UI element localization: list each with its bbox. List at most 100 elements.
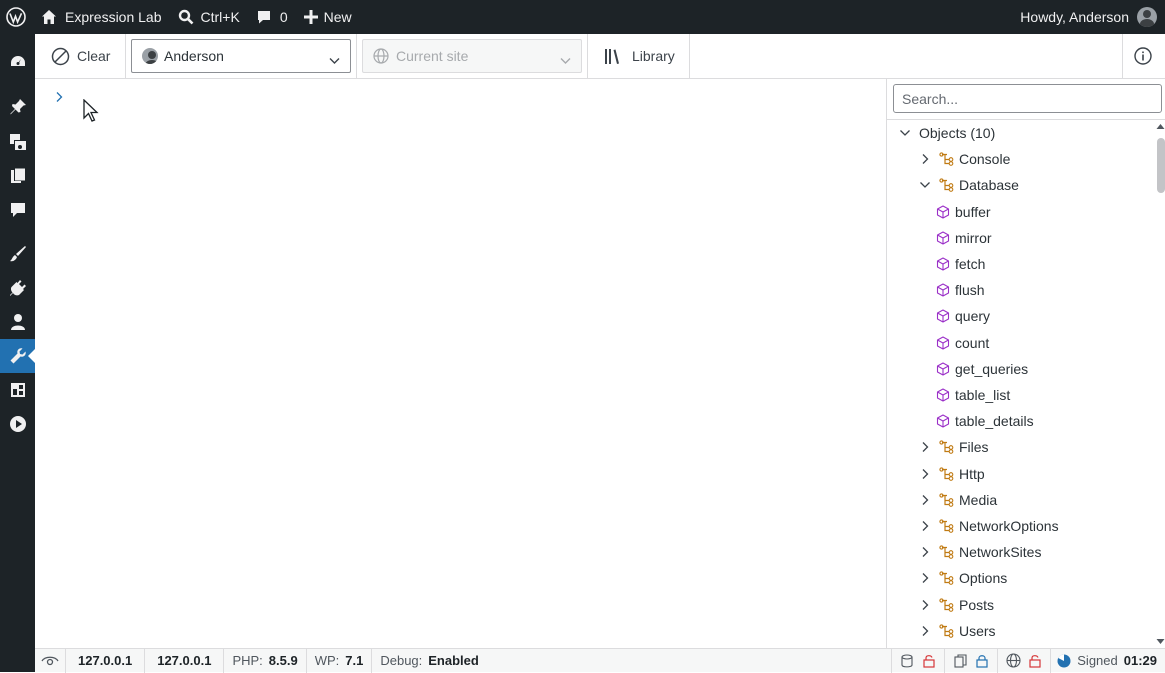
- globe-icon: [373, 48, 389, 64]
- wp-version: WP: 7.1: [307, 648, 373, 673]
- expand-chevron-icon[interactable]: [54, 91, 64, 103]
- chevron-right-icon[interactable]: [917, 518, 933, 534]
- class-icon: [939, 177, 955, 193]
- tree-item-http[interactable]: Http: [917, 461, 985, 487]
- tree-item-query[interactable]: query: [935, 303, 990, 329]
- tree-item-networksites[interactable]: NetworkSites: [917, 539, 1041, 565]
- class-icon: [939, 492, 955, 508]
- site-select[interactable]: Current site: [362, 39, 582, 73]
- search-input[interactable]: [893, 84, 1162, 113]
- scroll-up-arrow-icon[interactable]: [1156, 123, 1165, 130]
- tree-item-label: flush: [955, 282, 985, 299]
- debug-value: Enabled: [428, 653, 479, 668]
- chevron-right-icon[interactable]: [917, 439, 933, 455]
- tree-item-table-details[interactable]: table_details: [935, 408, 1034, 434]
- user-select[interactable]: Anderson: [131, 39, 351, 73]
- wordpress-logo-icon[interactable]: [0, 0, 33, 34]
- clear-label: Clear: [77, 48, 111, 64]
- tree-item-label: Users: [959, 622, 996, 639]
- tree-item-media[interactable]: Media: [917, 487, 997, 513]
- tree-item-mirror[interactable]: mirror: [935, 225, 992, 251]
- method-cube-icon: [935, 387, 951, 403]
- tree-item-label: Http: [959, 465, 985, 482]
- chevron-right-icon[interactable]: [917, 151, 933, 167]
- library-button[interactable]: Library: [604, 34, 675, 78]
- tree-item-console[interactable]: Console: [917, 146, 1010, 172]
- tree-item-buffer[interactable]: buffer: [935, 199, 991, 225]
- php-version: PHP: 8.5.9: [224, 648, 307, 673]
- class-icon: [939, 518, 955, 534]
- unlocked-icon: [1024, 649, 1046, 673]
- comments-icon[interactable]: [0, 193, 35, 227]
- debug-label: Debug:: [380, 653, 423, 668]
- users-icon[interactable]: [0, 305, 35, 339]
- tree-item-label: Console: [959, 151, 1011, 168]
- session-status[interactable]: Signed 01:29: [1051, 649, 1165, 673]
- pages-icon[interactable]: [0, 159, 35, 193]
- plus-icon: [303, 10, 318, 24]
- info-button[interactable]: [1134, 34, 1152, 78]
- tree-item-database[interactable]: Database: [917, 172, 1019, 198]
- signed-label: Signed: [1077, 653, 1118, 668]
- scrollbar[interactable]: [1154, 120, 1165, 648]
- chevron-right-icon[interactable]: [917, 492, 933, 508]
- home-icon: [41, 9, 57, 25]
- tree-item-table-list[interactable]: table_list: [935, 382, 1010, 408]
- tree-item-count[interactable]: count: [935, 330, 989, 356]
- scroll-down-arrow-icon[interactable]: [1156, 638, 1165, 645]
- php-version-value: 8.5.9: [268, 653, 298, 668]
- tree-item-posts[interactable]: Posts: [917, 592, 994, 618]
- command-search-button[interactable]: Ctrl+K: [170, 0, 248, 34]
- class-icon: [939, 544, 955, 560]
- clear-button[interactable]: Clear: [51, 34, 110, 78]
- wp-label: WP:: [314, 653, 340, 668]
- tree-item-files[interactable]: Files: [917, 434, 989, 460]
- site-name-link[interactable]: Expression Lab: [33, 0, 170, 34]
- files-status[interactable]: [945, 648, 999, 673]
- tree-item-networkoptions[interactable]: NetworkOptions: [917, 513, 1059, 539]
- tree-item-options[interactable]: Options: [917, 565, 1007, 591]
- play-circle-icon[interactable]: [0, 407, 35, 441]
- comments-link[interactable]: 0: [248, 0, 296, 34]
- network-status[interactable]: [998, 648, 1052, 673]
- plugins-icon[interactable]: [0, 271, 35, 305]
- chevron-right-icon[interactable]: [917, 570, 933, 586]
- library-label: Library: [632, 48, 675, 64]
- howdy-label: Howdy, Anderson: [1020, 9, 1129, 25]
- tree-item-objects-10[interactable]: Objects (10): [897, 120, 995, 146]
- visibility-toggle[interactable]: [35, 648, 66, 673]
- tree-item-flush[interactable]: flush: [935, 277, 985, 303]
- settings-grid-icon[interactable]: [0, 373, 35, 407]
- chevron-right-icon[interactable]: [917, 466, 933, 482]
- shortcut-label: Ctrl+K: [200, 9, 240, 25]
- chevron-down-icon[interactable]: [897, 125, 913, 141]
- site-select-value: Current site: [396, 48, 469, 64]
- code-editor[interactable]: [35, 79, 886, 648]
- tree-item-label: table_details: [955, 413, 1034, 430]
- class-icon: [939, 439, 955, 455]
- tree-item-label: Media: [959, 491, 998, 508]
- chevron-right-icon[interactable]: [917, 597, 933, 613]
- scrollbar-thumb[interactable]: [1157, 138, 1165, 193]
- tree-item-users[interactable]: Users: [917, 618, 996, 644]
- tree-item-get-queries[interactable]: get_queries: [935, 356, 1028, 382]
- toolbar: Clear Anderson Current site Library: [35, 34, 1165, 79]
- method-cube-icon: [935, 204, 951, 220]
- new-content-button[interactable]: New: [296, 0, 360, 34]
- appearance-brush-icon[interactable]: [0, 237, 35, 271]
- database-status[interactable]: [891, 648, 946, 673]
- method-cube-icon: [935, 256, 951, 272]
- class-icon: [939, 570, 955, 586]
- dashboard-icon[interactable]: [0, 45, 35, 79]
- pin-icon[interactable]: [0, 90, 35, 124]
- tree-item-label: NetworkSites: [959, 544, 1042, 561]
- tree-item-fetch[interactable]: fetch: [935, 251, 985, 277]
- chevron-right-icon[interactable]: [917, 623, 933, 639]
- php-label: PHP:: [232, 653, 263, 668]
- chevron-right-icon[interactable]: [917, 544, 933, 560]
- tools-wrench-icon[interactable]: [0, 339, 35, 373]
- user-account-menu[interactable]: Howdy, Anderson: [1012, 0, 1165, 34]
- chevron-down-icon[interactable]: [917, 177, 933, 193]
- avatar: [142, 48, 158, 64]
- media-icon[interactable]: [0, 125, 35, 159]
